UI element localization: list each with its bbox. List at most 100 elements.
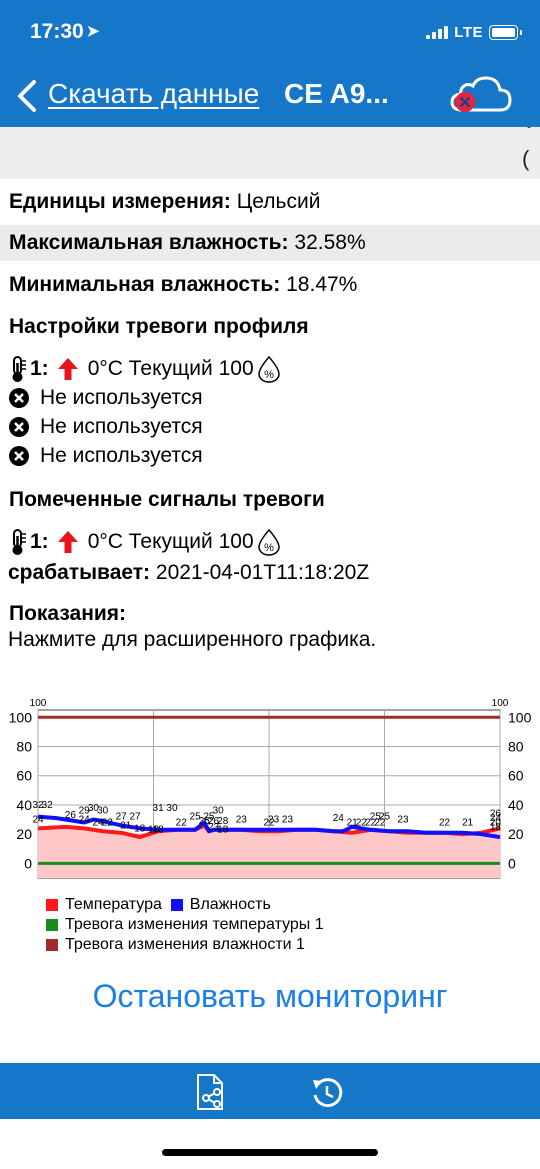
y-tick-label-left: 40 bbox=[16, 797, 32, 813]
y-tick-label-left: 100 bbox=[9, 709, 33, 725]
y-tick-label-left: 0 bbox=[24, 855, 32, 871]
thermometer-icon bbox=[12, 529, 26, 555]
profile-alarm-4-text: Не используется bbox=[40, 444, 203, 467]
min-humidity-label: Минимальная влажность: bbox=[9, 273, 281, 296]
refresh-history-icon[interactable] bbox=[310, 1076, 344, 1110]
units-row: Единицы измерения: Цельсий bbox=[0, 184, 540, 220]
min-humidity-row: Минимальная влажность: 18.47% bbox=[0, 267, 540, 303]
legend-label: Температура bbox=[65, 896, 162, 913]
data-label: 23 bbox=[282, 814, 294, 825]
data-label: 22 bbox=[374, 817, 386, 828]
network-type: LTE bbox=[454, 24, 483, 41]
location-arrow-icon: ➤ bbox=[86, 23, 100, 40]
legend-swatch bbox=[46, 939, 58, 951]
top-range-label: 100 bbox=[492, 698, 509, 709]
signal-icon bbox=[426, 26, 449, 39]
svg-text:%: % bbox=[264, 542, 274, 554]
profile-alarm-3: Не используется bbox=[8, 415, 203, 439]
data-label: 21 bbox=[120, 820, 132, 831]
legend-item-temperature: Температура Влажность bbox=[46, 895, 324, 915]
readings-hint: Нажмите для расширенного графика. bbox=[8, 628, 377, 651]
status-right: LTE bbox=[426, 24, 522, 41]
cloud-sync-error-icon[interactable] bbox=[448, 72, 514, 120]
legend-item-temp-alarm: Тревога изменения температуры 1 bbox=[46, 915, 324, 935]
legend-swatch bbox=[170, 899, 183, 911]
triggered-label: срабатывает: bbox=[8, 561, 151, 584]
y-tick-label-right: 40 bbox=[508, 797, 524, 813]
data-label: 30 bbox=[166, 803, 178, 814]
y-tick-label-left: 20 bbox=[16, 826, 32, 842]
y-tick-label-right: 20 bbox=[508, 826, 524, 842]
data-label: 21 bbox=[462, 817, 474, 828]
data-label: 18 bbox=[153, 825, 165, 836]
legend-swatch bbox=[46, 919, 58, 931]
y-tick-label-left: 80 bbox=[16, 739, 32, 755]
data-label: 24 bbox=[333, 813, 345, 824]
data-label: 32 bbox=[42, 800, 54, 811]
clipped-glyph: ° bbox=[526, 127, 532, 138]
units-value: Цельсий bbox=[236, 190, 321, 213]
data-label: 24 bbox=[79, 814, 91, 825]
home-indicator bbox=[162, 1149, 378, 1156]
clipped-glyph: ( bbox=[522, 146, 530, 171]
readings-heading: Показания: bbox=[9, 602, 127, 625]
humidity-percent-icon: % bbox=[257, 528, 280, 556]
flagged-alarm-1-text: 0°C Текущий 100 bbox=[87, 530, 254, 553]
profile-alarm-2-text: Не используется bbox=[40, 386, 203, 409]
legend-label: Влажность bbox=[189, 896, 271, 913]
data-label: 22 bbox=[102, 817, 114, 828]
data-label: 24 bbox=[32, 814, 44, 825]
data-label: 18 bbox=[134, 823, 146, 834]
data-label: 22 bbox=[176, 817, 188, 828]
share-file-icon[interactable] bbox=[190, 1072, 230, 1112]
data-label: 23 bbox=[397, 814, 409, 825]
humidity-percent-icon: % bbox=[257, 355, 280, 383]
back-chevron-icon[interactable] bbox=[10, 76, 44, 116]
profile-alarm-3-text: Не используется bbox=[40, 415, 203, 438]
chart-legend: Температура Влажность Тревога изменения … bbox=[46, 895, 324, 955]
flagged-alarm-1: 1: 0°C Текущий 100 % bbox=[8, 528, 282, 556]
back-link[interactable]: Скачать данные bbox=[48, 78, 259, 110]
profile-alarm-1-text: 0°C Текущий 100 bbox=[87, 357, 254, 380]
y-tick-label-right: 60 bbox=[508, 768, 524, 784]
data-label: 18 bbox=[490, 822, 502, 833]
arrow-up-icon bbox=[57, 531, 78, 553]
max-humidity-row: Максимальная влажность: 32.58% bbox=[0, 225, 540, 261]
svg-text:%: % bbox=[264, 369, 274, 381]
profile-alarm-4: Не используется bbox=[8, 444, 203, 468]
status-time: 17:30 ➤ bbox=[30, 20, 99, 44]
max-humidity-label: Максимальная влажность: bbox=[9, 231, 289, 254]
data-label: 23 bbox=[236, 814, 248, 825]
readings-chart[interactable]: 0 0 20 20 40 40 60 60 80 80 100 100 100 100 32 32 24 26 29… bbox=[0, 690, 540, 880]
legend-swatch bbox=[46, 899, 58, 911]
x-circle-icon bbox=[9, 417, 29, 437]
status-time-text: 17:30 bbox=[30, 20, 84, 43]
legend-label: Тревога изменения влажности 1 bbox=[65, 936, 305, 953]
battery-icon bbox=[489, 25, 522, 40]
triggered-value: 2021-04-01T11:18:20Z bbox=[155, 561, 370, 584]
y-tick-label-left: 60 bbox=[16, 768, 32, 784]
data-label: 22 bbox=[263, 817, 275, 828]
top-range-label: 100 bbox=[30, 698, 47, 709]
x-circle-icon bbox=[9, 388, 29, 408]
min-humidity-value: 18.47% bbox=[286, 273, 358, 296]
scroll-remnant-band: ° ( bbox=[0, 127, 540, 179]
legend-item-humidity-alarm: Тревога изменения влажности 1 bbox=[46, 935, 324, 955]
bottom-toolbar bbox=[0, 1063, 540, 1119]
legend-label: Тревога изменения температуры 1 bbox=[65, 916, 324, 933]
y-tick-label-right: 100 bbox=[508, 709, 532, 725]
flagged-alarms-heading: Помеченные сигналы тревоги bbox=[9, 488, 325, 511]
y-tick-label-right: 0 bbox=[508, 855, 516, 871]
stop-monitoring-button[interactable]: Остановать мониторинг bbox=[0, 978, 540, 1015]
triggered-row: срабатывает: 2021-04-01T11:18:20Z bbox=[8, 561, 369, 585]
chart-svg[interactable]: 0 020 2040 4060 6080 80100 100100 100323224 26 29… bbox=[0, 690, 540, 880]
data-label: 26 bbox=[65, 810, 77, 821]
data-label: 31 bbox=[153, 803, 165, 814]
data-label: 30 bbox=[97, 806, 109, 817]
data-label: 18 bbox=[217, 825, 229, 836]
units-label: Единицы измерения: bbox=[9, 190, 231, 213]
profile-alarm-1: 1: 0°C Текущий 100 % bbox=[8, 355, 282, 383]
arrow-up-icon bbox=[57, 358, 78, 380]
y-tick-label-right: 80 bbox=[508, 739, 524, 755]
profile-alarm-2: Не используется bbox=[8, 386, 203, 410]
